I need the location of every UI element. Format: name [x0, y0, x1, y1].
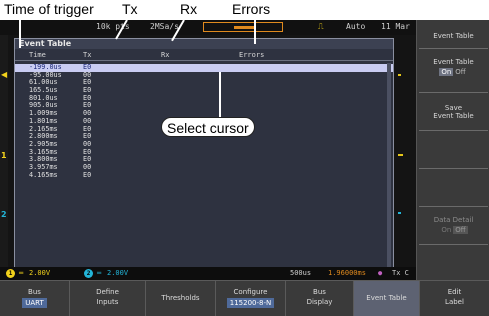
callout-line-cursor [219, 72, 221, 118]
horizontal-position: 1.96000ms [328, 269, 366, 277]
column-rx: Rx [161, 51, 170, 59]
bus-display-button[interactable]: Bus Display [286, 281, 354, 316]
trigger-position-indicator [203, 22, 283, 32]
configure-value: 115200-8-N [226, 298, 275, 308]
ch1-trace-segment [398, 154, 403, 156]
ch2-coupling-icon: ═ [97, 269, 102, 277]
annotation-bar: Time of trigger Tx Rx Errors [0, 0, 489, 20]
save-label-line1: Save [444, 104, 463, 112]
ch2-trace-segment [398, 212, 401, 214]
top-status-bar: 10k pts 2MSa/s ⎍ Auto 11 Mar [0, 20, 416, 35]
event-table-on-off[interactable]: On Off [439, 68, 467, 76]
side-menu-separator [419, 168, 488, 169]
table-row[interactable]: 3.165ms E0 [15, 148, 393, 157]
bus-display-line2: Display [306, 298, 333, 306]
define-inputs-line1: Define [96, 288, 119, 296]
oscilloscope-screen: 10k pts 2MSa/s ⎍ Auto 11 Mar ◀ 1 2 Event… [0, 20, 489, 316]
data-detail-on-off[interactable]: On Off [439, 226, 468, 234]
event-table-toggle[interactable]: Event Table On Off [417, 58, 489, 76]
ch1-trace-segment [398, 74, 401, 76]
table-row[interactable]: 2.905ms 00 [15, 140, 393, 149]
bus-display-line1: Bus [313, 288, 326, 296]
annotation-rx: Rx [180, 1, 198, 17]
side-menu-separator [419, 130, 488, 131]
annotation-time-of-trigger: Time of trigger [4, 1, 94, 17]
ch1-marker: ◀ [1, 70, 8, 79]
edit-label-button[interactable]: Edit Label [420, 281, 489, 316]
define-inputs-button[interactable]: Define Inputs [70, 281, 146, 316]
side-menu-title: Event Table [433, 32, 474, 40]
ch2-scale: 2.00V [107, 269, 129, 277]
event-table-title: Event Table [15, 39, 393, 49]
ch1-scale: 2.00V [29, 269, 51, 277]
event-table-menu-button[interactable]: Event Table [354, 281, 420, 316]
toggle-off[interactable]: Off [453, 226, 468, 234]
trigger-mode: Auto [346, 22, 366, 31]
table-row[interactable]: 801.0us E0 [15, 94, 393, 103]
ch2-badge[interactable]: 2 [84, 269, 93, 278]
side-menu: Event Table Event Table On Off Save Event… [416, 20, 489, 280]
edit-label-line2: Label [445, 298, 464, 306]
channel-status-bar: 1 ═ 2.00V 2 ═ 2.00V 500us 1.96000ms ● Tx… [0, 267, 416, 280]
callout-line-time [19, 20, 21, 48]
configure-button[interactable]: Configure 115200-8-N [216, 281, 286, 316]
thresholds-label: Thresholds [161, 294, 200, 302]
select-cursor-label: Select cursor [161, 117, 255, 137]
side-menu-separator [419, 206, 488, 207]
table-row[interactable]: 61.00us E0 [15, 79, 393, 87]
data-detail-label: Data Detail [433, 216, 474, 224]
event-table-header: Time Tx Rx Errors [15, 49, 393, 61]
ch1-coupling-icon: ═ [19, 269, 24, 277]
table-row[interactable]: 4.165ms E0 [15, 170, 393, 180]
table-row[interactable]: 3.957ms 00 [15, 163, 393, 172]
thresholds-button[interactable]: Thresholds [146, 281, 216, 316]
event-table-toggle-label: Event Table [433, 58, 474, 66]
trigger-edge-icon: ⎍ [318, 22, 324, 31]
edit-label-line1: Edit [447, 288, 462, 296]
side-menu-separator [419, 48, 488, 49]
define-inputs-line2: Inputs [96, 298, 119, 306]
table-row[interactable]: 165.5us E0 [15, 86, 393, 95]
callout-line-errors [254, 20, 256, 44]
toggle-on[interactable]: On [439, 68, 454, 76]
table-row-selected[interactable]: -199.0us E0 [15, 63, 393, 72]
toggle-on[interactable]: On [439, 226, 453, 234]
annotation-tx: Tx [122, 1, 138, 17]
sample-rate: 2MSa/s [150, 22, 179, 31]
ch1-level-marker: 1 [1, 151, 7, 160]
bus-button[interactable]: Bus UART [0, 281, 70, 316]
table-row[interactable]: 3.800ms E0 [15, 156, 393, 164]
trigger-source-icon: ● [378, 269, 383, 277]
configure-label: Configure [233, 288, 268, 296]
side-menu-separator [419, 244, 488, 245]
column-time: Time [29, 51, 46, 59]
save-event-table-button[interactable]: Save Event Table [417, 104, 489, 120]
table-row[interactable]: 905.0us E0 [15, 102, 393, 110]
toggle-off[interactable]: Off [453, 68, 467, 76]
bus-value: UART [22, 298, 47, 308]
data-detail-toggle[interactable]: Data Detail On Off [417, 216, 489, 234]
cell-time: 4.165ms [29, 170, 58, 179]
side-menu-separator [419, 92, 488, 93]
column-tx: Tx [83, 51, 92, 59]
table-row[interactable]: -95.00us 00 [15, 71, 393, 80]
ch1-badge[interactable]: 1 [6, 269, 15, 278]
event-table-window: Event Table Time Tx Rx Errors -199.0us E0… [14, 38, 394, 276]
column-errors: Errors [239, 51, 265, 59]
event-table-menu-label: Event Table [366, 294, 407, 302]
trigger-source: Tx C [392, 269, 409, 277]
cell-tx: E0 [83, 170, 92, 179]
ch2-level-marker: 2 [1, 210, 7, 219]
bus-label: Bus [28, 288, 41, 296]
timebase: 500us [290, 269, 312, 277]
save-label-line2: Event Table [433, 112, 474, 120]
annotation-errors: Errors [232, 1, 271, 17]
bottom-menu: Bus UART Define Inputs Thresholds Config… [0, 280, 489, 316]
event-table-scrollbar[interactable] [387, 63, 391, 268]
date-display: 11 Mar [381, 22, 410, 31]
